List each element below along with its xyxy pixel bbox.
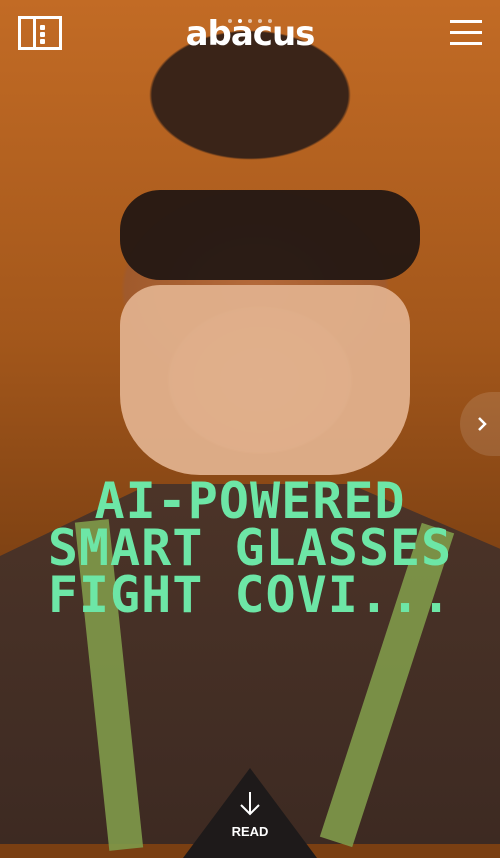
abacus-logo[interactable]: abacus bbox=[170, 14, 330, 54]
article-headline[interactable]: AI-POWERED SMART GLASSES FIGHT COVI... bbox=[20, 476, 480, 620]
hamburger-menu-icon[interactable] bbox=[450, 20, 482, 46]
top-bar: abacus bbox=[0, 0, 500, 70]
hero-smart-glasses bbox=[120, 190, 420, 280]
hero-image bbox=[0, 0, 500, 851]
sections-icon[interactable] bbox=[18, 16, 62, 50]
hero-face-mask bbox=[120, 285, 410, 475]
arrow-down-icon bbox=[240, 792, 260, 816]
